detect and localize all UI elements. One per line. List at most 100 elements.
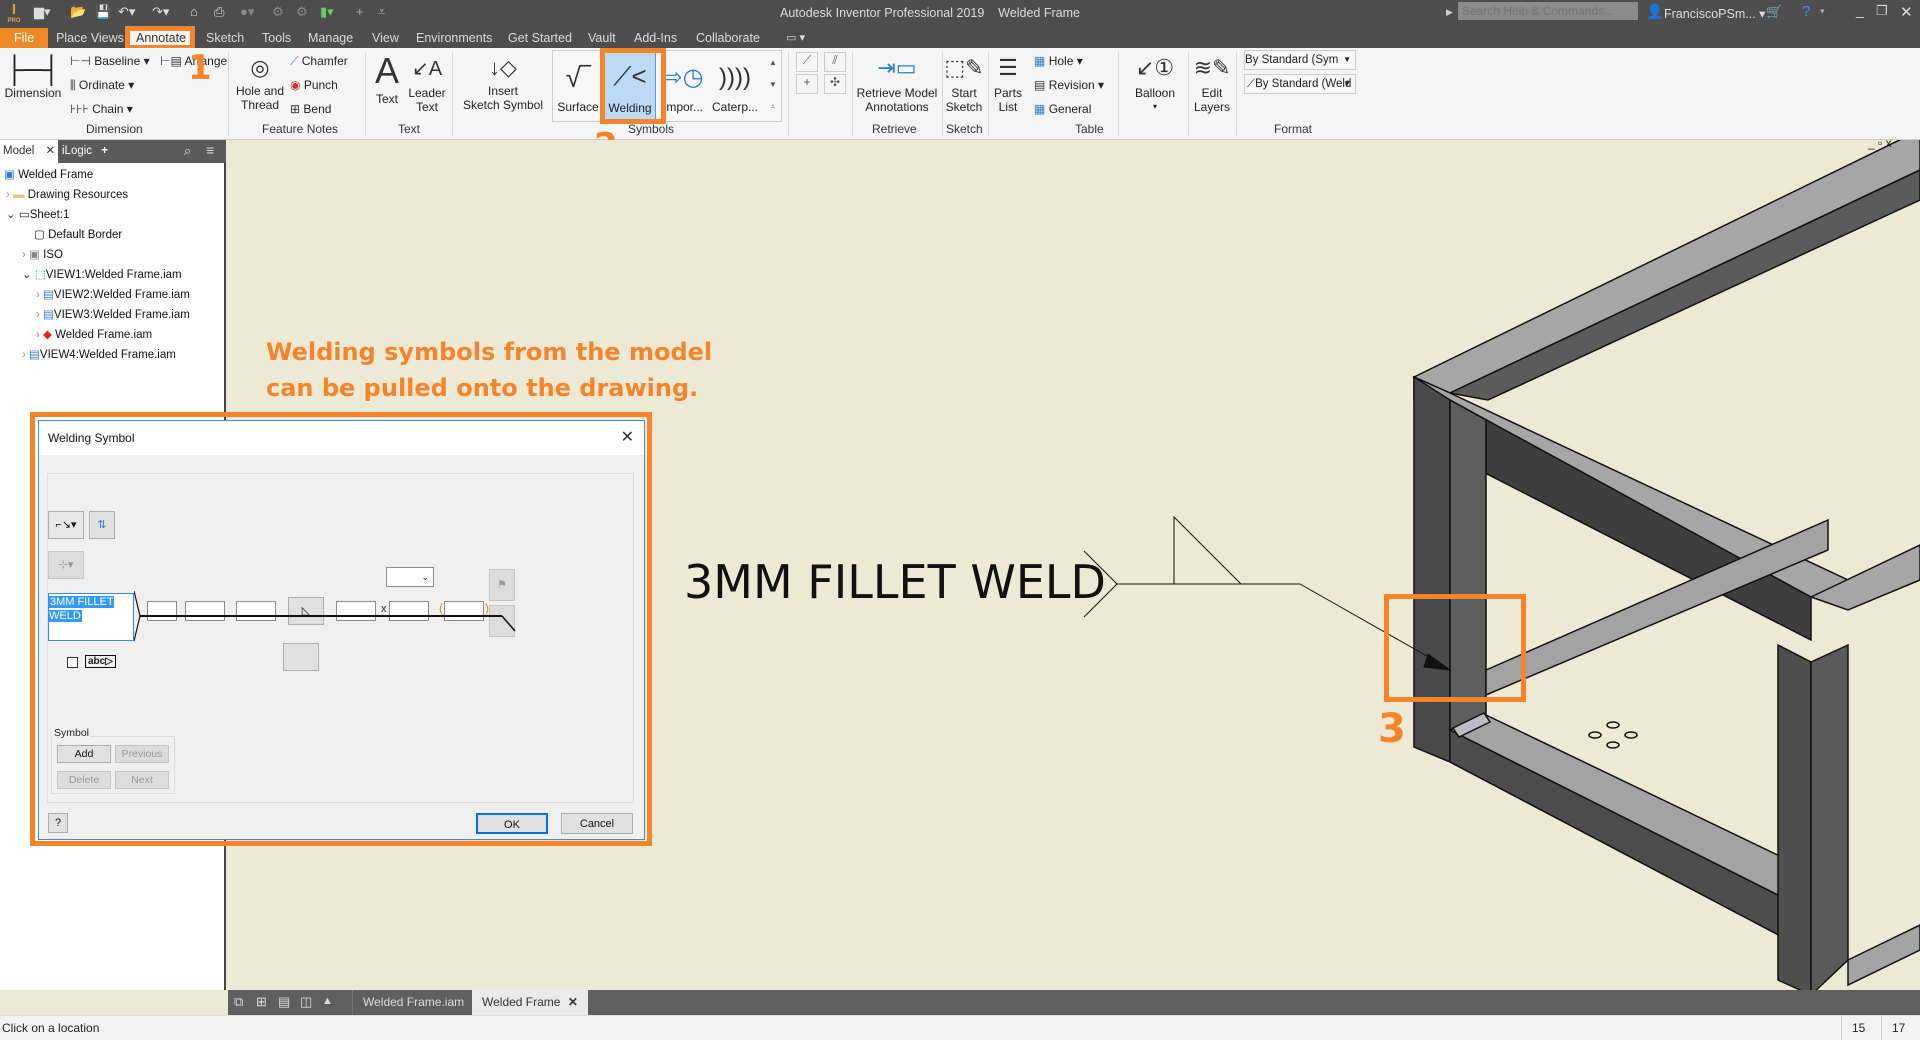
tab-model[interactable]: Model ✕ [0, 140, 58, 163]
import-symbol-button[interactable]: ⇨◷ Impor... [660, 56, 706, 114]
appearance-icon[interactable]: ▮▾ [320, 4, 334, 20]
balloon-button[interactable]: ↙① Balloon ▾ [1126, 50, 1184, 114]
undo-icon[interactable]: ↶▾ [118, 4, 135, 20]
tree-item-view2[interactable]: › ▤VIEW2:Welded Frame.iam [36, 287, 190, 303]
centerline-bisector-icon[interactable]: ⫽ [824, 52, 846, 72]
collapse-icon[interactable]: ⌄ [22, 269, 32, 281]
contour-dropdown[interactable]: ⌄ [386, 567, 434, 587]
dimension-button[interactable]: ├─┤ Dimension [4, 52, 62, 100]
tab-get-started[interactable]: Get Started [502, 28, 578, 48]
menu-icon[interactable]: ≡ [206, 142, 214, 158]
viewport-close-icon[interactable]: x [1886, 140, 1892, 150]
tree-item-iso[interactable]: › ▣ ISO [22, 247, 63, 263]
tile-vertical-icon[interactable]: ◫ [300, 994, 312, 1010]
dialog-help-button[interactable]: ? [48, 813, 68, 833]
next-button[interactable]: Next [115, 771, 169, 789]
tab-list-icon[interactable]: ▲ [322, 995, 333, 1007]
viewport-restore-icon[interactable]: ▫ [1878, 140, 1882, 150]
add-tab-icon[interactable]: + [101, 145, 108, 157]
baseline-button[interactable]: ⊢⊣ Baseline ▾ [70, 54, 150, 68]
other-side-weld-type-button[interactable] [283, 643, 319, 671]
doc-tab-drawing[interactable]: Welded Frame ✕ [472, 990, 588, 1015]
tab-environments[interactable]: Environments [410, 28, 498, 48]
note-textarea[interactable]: 3MM FILLET WELD [48, 593, 134, 641]
minimize-icon[interactable]: _ [1856, 2, 1864, 18]
parts-list-button[interactable]: ☰ Parts List [990, 50, 1026, 114]
doc-tab-assembly[interactable]: Welded Frame.iam [352, 990, 474, 1015]
hole-thread-button[interactable]: ◎ Hole and Thread [232, 52, 288, 112]
help-dropdown-icon[interactable]: ▾ [1820, 6, 1825, 17]
centerline-icon[interactable]: ⟋ [796, 52, 818, 72]
collapse-icon[interactable]: ⌄ [6, 209, 16, 221]
tab-sketch[interactable]: Sketch [200, 28, 250, 48]
open-icon[interactable]: 📂 [70, 4, 86, 20]
ribbon-display-toggle[interactable]: ▭ ▾ [786, 31, 805, 44]
close-icon[interactable]: ✕ [1900, 3, 1913, 21]
dialog-close-icon[interactable]: ✕ [621, 421, 634, 455]
ordinate-button[interactable]: ⫼ Ordinate ▾ [70, 78, 134, 92]
center-mark-icon[interactable]: + [796, 74, 818, 94]
add-icon[interactable]: + [356, 4, 364, 19]
expand-search-icon[interactable]: ▶ [1446, 7, 1453, 18]
insert-sketch-symbol-button[interactable]: ↓◇ Insert Sketch Symbol [458, 52, 548, 112]
tab-ilogic[interactable]: iLogic + [62, 140, 108, 163]
restore-icon[interactable]: ❐ [1876, 3, 1888, 19]
expand-icon[interactable]: › [22, 349, 26, 361]
start-sketch-button[interactable]: ⬚✎ Start Sketch [944, 50, 984, 114]
revision-table-button[interactable]: ▤ Revision ▾ [1034, 78, 1104, 92]
home-icon[interactable]: ⌂ [190, 4, 198, 19]
tab-tools[interactable]: Tools [256, 28, 297, 48]
tree-item-view1[interactable]: ⌄ ⬚VIEW1:Welded Frame.iam [22, 267, 182, 283]
cancel-button[interactable]: Cancel [561, 813, 633, 834]
layer-dropdown[interactable]: ⟋By Standard (Weld S ▼ [1244, 74, 1356, 94]
material-icon[interactable]: ●▾ [240, 4, 254, 20]
tab-vault[interactable]: Vault [582, 28, 622, 48]
expand-icon[interactable]: › [36, 329, 40, 341]
tab-file[interactable]: File [0, 28, 49, 48]
tree-item-drawing-resources[interactable]: › ▬ Drawing Resources [6, 187, 128, 203]
edit-layers-button[interactable]: ≋✎ Edit Layers [1192, 50, 1232, 114]
redo-icon[interactable]: ↷▾ [152, 4, 169, 20]
search-icon[interactable]: ⌕ [184, 143, 191, 159]
tree-item-sheet[interactable]: ⌄ ▭Sheet:1 [6, 207, 69, 223]
tile-horizontal-icon[interactable]: ▤ [278, 994, 290, 1010]
update-icon[interactable]: ⚙ [272, 4, 284, 20]
expand-icon[interactable]: › [36, 289, 40, 301]
expand-icon[interactable]: › [6, 189, 10, 201]
punch-button[interactable]: ◉ Punch [290, 78, 338, 92]
surface-texture-button[interactable]: √‾ Surface [556, 56, 600, 114]
tab-view[interactable]: View [366, 28, 405, 48]
app-logo-icon[interactable]: I PRO [6, 2, 22, 26]
weld-note-text[interactable]: 3MM FILLET WELD [684, 555, 1106, 609]
rebuild-icon[interactable]: ⚙ [296, 4, 308, 20]
previous-button[interactable]: Previous [115, 745, 169, 763]
caterpillar-button[interactable]: )))) Caterp... [710, 56, 760, 114]
identification-line-dropdown[interactable]: ⊹▾ [48, 551, 84, 579]
delete-button[interactable]: Delete [57, 771, 111, 789]
bend-button[interactable]: ⊞ Bend [290, 102, 331, 116]
print-icon[interactable]: ⎙ [214, 4, 224, 20]
viewport-minimize-icon[interactable]: _ [1868, 140, 1875, 150]
tab-add-ins[interactable]: Add-Ins [628, 28, 683, 48]
close-doc-icon[interactable]: ✕ [568, 995, 578, 1009]
save-icon[interactable]: 💾 [95, 4, 111, 20]
tree-item-view3[interactable]: › ▤VIEW3:Welded Frame.iam [36, 307, 190, 323]
hole-table-button[interactable]: ▦ Hole ▾ [1034, 54, 1083, 68]
tab-collaborate[interactable]: Collaborate [690, 28, 766, 48]
centered-pattern-icon[interactable]: ✣ [824, 74, 846, 94]
ok-button[interactable]: OK [476, 813, 548, 834]
tree-item-default-border[interactable]: ▢ Default Border [34, 227, 122, 243]
leader-style-dropdown[interactable]: ⌐↘▾ [48, 511, 84, 539]
new-icon[interactable]: ▆▾ [34, 4, 51, 20]
customize-qat-icon[interactable]: ⩡ [378, 4, 385, 20]
tile-icon[interactable]: ⊞ [256, 994, 267, 1010]
retrieve-annotations-button[interactable]: ⇥▭ Retrieve Model Annotations [854, 50, 940, 114]
general-table-button[interactable]: ▦ General [1034, 102, 1091, 116]
tag-checkbox[interactable] [67, 657, 78, 668]
tree-item-assembly[interactable]: › ◆ Welded Frame.iam [36, 327, 152, 343]
tab-place-views[interactable]: Place Views [50, 28, 130, 48]
help-icon[interactable]: ? [1802, 3, 1810, 20]
cascade-icon[interactable]: ⧉ [234, 994, 243, 1010]
gallery-scroll[interactable]: ▲ ▼ ⩡ [766, 52, 780, 120]
tab-manage[interactable]: Manage [302, 28, 359, 48]
